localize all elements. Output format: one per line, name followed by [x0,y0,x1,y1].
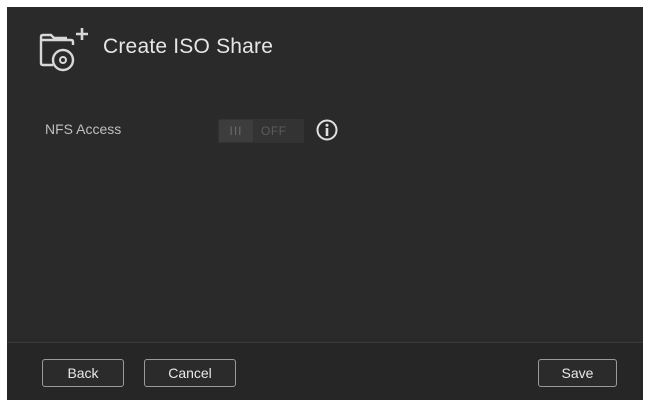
create-iso-share-dialog: Create ISO Share NFS Access III OFF Back… [7,7,643,400]
dialog-footer: Back Cancel Save [7,342,643,400]
dialog-title: Create ISO Share [103,35,274,58]
nfs-access-label: NFS Access [45,121,122,137]
save-button[interactable]: Save [538,359,617,387]
toggle-handle: III [219,120,253,142]
info-icon[interactable] [315,118,339,142]
nfs-access-row: NFS Access III OFF [7,115,643,145]
cancel-button[interactable]: Cancel [144,359,236,387]
back-button[interactable]: Back [42,359,124,387]
dialog-header: Create ISO Share [7,7,643,87]
iso-share-add-icon [37,25,93,73]
toggle-state-text: OFF [261,124,287,138]
nfs-access-toggle[interactable]: III OFF [218,119,304,143]
